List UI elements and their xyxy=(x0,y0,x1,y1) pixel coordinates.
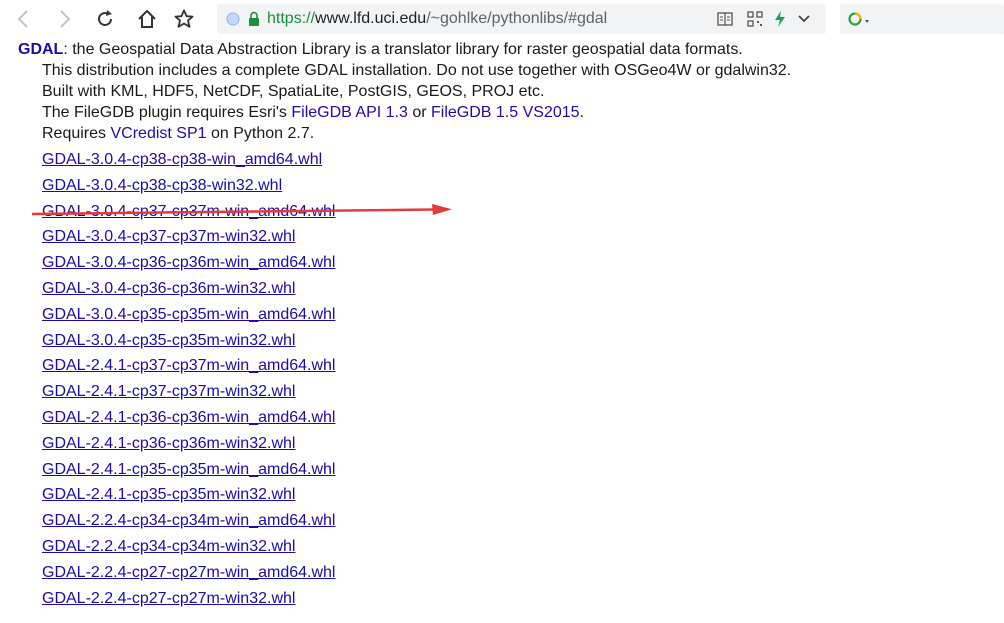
wheel-download-link[interactable]: GDAL-3.0.4-cp35-cp35m-win_amd64.whl xyxy=(42,306,335,323)
filegdb-text-2: or xyxy=(407,104,431,121)
gdal-description: GDAL: the Geospatial Data Abstraction Li… xyxy=(18,40,743,60)
list-item: GDAL-2.2.4-cp27-cp27m-win_amd64.whl xyxy=(42,563,335,589)
home-icon xyxy=(137,9,157,29)
reload-icon xyxy=(95,9,115,29)
wheel-download-link[interactable]: GDAL-3.0.4-cp38-cp38-win_amd64.whl xyxy=(42,151,322,168)
bookmark-button[interactable] xyxy=(171,6,197,32)
filegdb-vs2015-link[interactable]: FileGDB 1.5 VS2015 xyxy=(431,104,580,121)
wheel-download-link[interactable]: GDAL-2.2.4-cp27-cp27m-win32.whl xyxy=(42,590,295,607)
list-item: GDAL-2.4.1-cp37-cp37m-win_amd64.whl xyxy=(42,356,335,382)
filegdb-text-3: . xyxy=(579,104,584,121)
chevron-down-icon[interactable] xyxy=(797,11,811,32)
wheel-download-link[interactable]: GDAL-3.0.4-cp37-cp37m-win32.whl xyxy=(42,228,295,245)
list-item: GDAL-2.4.1-cp35-cp35m-win32.whl xyxy=(42,485,335,511)
globe-icon xyxy=(226,12,240,31)
star-icon xyxy=(174,9,194,29)
list-item: GDAL-3.0.4-cp38-cp38-win32.whl xyxy=(42,176,335,202)
wheel-download-link[interactable]: GDAL-2.4.1-cp35-cp35m-win_amd64.whl xyxy=(42,461,335,478)
address-bar[interactable]: https://www.lfd.uci.edu/~gohlke/pythonli… xyxy=(217,4,826,34)
search-engine-icon xyxy=(848,11,872,32)
list-item: GDAL-3.0.4-cp37-cp37m-win32.whl xyxy=(42,227,335,253)
search-box[interactable] xyxy=(840,4,1004,34)
reader-mode-icon[interactable] xyxy=(717,11,733,32)
back-button[interactable] xyxy=(10,6,36,32)
back-icon xyxy=(16,9,30,29)
list-item: GDAL-2.2.4-cp34-cp34m-win32.whl xyxy=(42,537,335,563)
list-item: GDAL-3.0.4-cp36-cp36m-win32.whl xyxy=(42,279,335,305)
wheel-download-link[interactable]: GDAL-2.4.1-cp36-cp36m-win32.whl xyxy=(42,435,295,452)
list-item: GDAL-2.2.4-cp27-cp27m-win32.whl xyxy=(42,589,335,615)
wheel-download-link[interactable]: GDAL-3.0.4-cp35-cp35m-win32.whl xyxy=(42,332,295,349)
wheel-download-link[interactable]: GDAL-2.4.1-cp35-cp35m-win32.whl xyxy=(42,486,295,503)
bolt-icon[interactable] xyxy=(774,11,786,32)
wheel-download-link[interactable]: GDAL-3.0.4-cp36-cp36m-win32.whl xyxy=(42,280,295,297)
home-button[interactable] xyxy=(134,6,160,32)
vcredist-text-2: on Python 2.7. xyxy=(206,125,315,142)
wheel-download-link[interactable]: GDAL-2.2.4-cp27-cp27m-win_amd64.whl xyxy=(42,564,335,581)
vcredist-link[interactable]: VCredist SP1 xyxy=(110,125,206,142)
wheel-download-link[interactable]: GDAL-3.0.4-cp36-cp36m-win_amd64.whl xyxy=(42,254,335,271)
wheel-download-link[interactable]: GDAL-2.2.4-cp34-cp34m-win32.whl xyxy=(42,538,295,555)
url-path: /~gohlke/pythonlibs/#gdal xyxy=(426,10,608,27)
url-host: www.lfd.uci.edu xyxy=(315,10,427,27)
wheel-download-link[interactable]: GDAL-2.4.1-cp37-cp37m-win32.whl xyxy=(42,383,295,400)
forward-icon xyxy=(58,9,72,29)
list-item: GDAL-3.0.4-cp35-cp35m-win32.whl xyxy=(42,331,335,357)
wheel-download-link[interactable]: GDAL-3.0.4-cp38-cp38-win32.whl xyxy=(42,177,282,194)
url-text[interactable]: https://www.lfd.uci.edu/~gohlke/pythonli… xyxy=(267,4,607,34)
distribution-note: This distribution includes a complete GD… xyxy=(42,62,792,79)
list-item: GDAL-2.4.1-cp37-cp37m-win32.whl xyxy=(42,382,335,408)
gdal-title-text: : the Geospatial Data Abstraction Librar… xyxy=(63,41,743,58)
filegdb-note: The FileGDB plugin requires Esri's FileG… xyxy=(42,103,584,123)
list-item: GDAL-2.2.4-cp34-cp34m-win_amd64.whl xyxy=(42,511,335,537)
built-with-note: Built with KML, HDF5, NetCDF, SpatiaLite… xyxy=(42,83,545,100)
gdal-title-link[interactable]: GDAL xyxy=(18,41,63,58)
qr-code-icon[interactable] xyxy=(747,11,763,32)
url-scheme: https:// xyxy=(267,10,316,27)
wheel-download-link[interactable]: GDAL-2.4.1-cp36-cp36m-win_amd64.whl xyxy=(42,409,335,426)
lock-icon xyxy=(248,11,260,32)
filegdb-text-1: The FileGDB plugin requires Esri's xyxy=(42,104,292,121)
wheel-download-link[interactable]: GDAL-2.2.4-cp34-cp34m-win_amd64.whl xyxy=(42,512,335,529)
list-item: GDAL-2.4.1-cp35-cp35m-win_amd64.whl xyxy=(42,460,335,486)
annotation-arrow xyxy=(32,204,452,216)
list-item: GDAL-3.0.4-cp38-cp38-win_amd64.whl xyxy=(42,150,335,176)
list-item: GDAL-3.0.4-cp36-cp36m-win_amd64.whl xyxy=(42,253,335,279)
page-content: GDAL: the Geospatial Data Abstraction Li… xyxy=(0,38,1004,623)
list-item: GDAL-3.0.4-cp35-cp35m-win_amd64.whl xyxy=(42,305,335,331)
list-item: GDAL-2.4.1-cp36-cp36m-win32.whl xyxy=(42,434,335,460)
browser-toolbar: https://www.lfd.uci.edu/~gohlke/pythonli… xyxy=(0,0,1004,38)
forward-button[interactable] xyxy=(52,6,78,32)
vcredist-note: Requires VCredist SP1 on Python 2.7. xyxy=(42,124,314,144)
vcredist-text-1: Requires xyxy=(42,125,111,142)
filegdb-api-link[interactable]: FileGDB API 1.3 xyxy=(291,104,408,121)
wheel-download-link[interactable]: GDAL-2.4.1-cp37-cp37m-win_amd64.whl xyxy=(42,357,335,374)
list-item: GDAL-2.4.1-cp36-cp36m-win_amd64.whl xyxy=(42,408,335,434)
reload-button[interactable] xyxy=(92,6,118,32)
